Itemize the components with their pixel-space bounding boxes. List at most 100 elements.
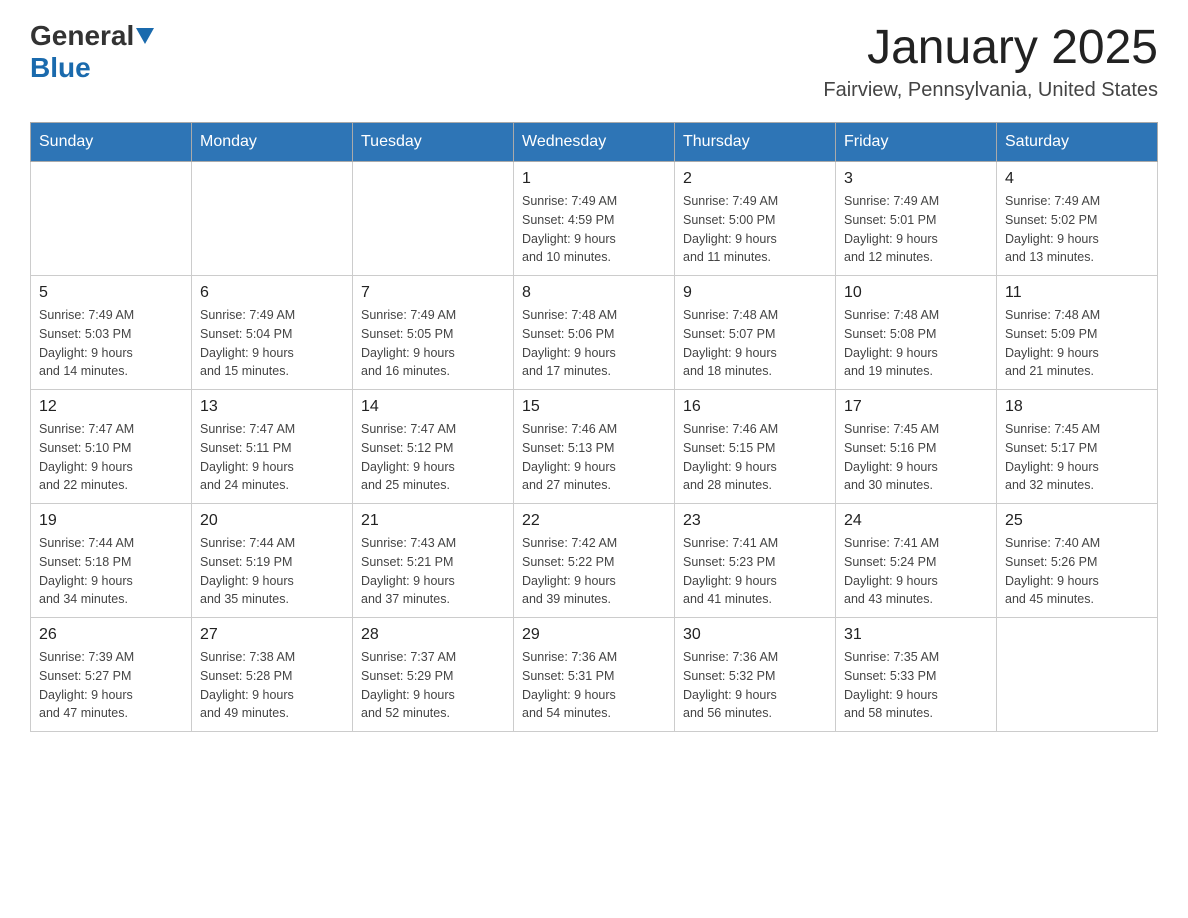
day-info: Sunrise: 7:43 AM Sunset: 5:21 PM Dayligh… — [361, 534, 505, 609]
day-info: Sunrise: 7:48 AM Sunset: 5:07 PM Dayligh… — [683, 306, 827, 381]
day-info: Sunrise: 7:44 AM Sunset: 5:19 PM Dayligh… — [200, 534, 344, 609]
day-info: Sunrise: 7:45 AM Sunset: 5:16 PM Dayligh… — [844, 420, 988, 495]
page-header: General Blue January 2025 Fairview, Penn… — [30, 20, 1158, 102]
day-number: 4 — [1005, 170, 1149, 188]
day-info: Sunrise: 7:42 AM Sunset: 5:22 PM Dayligh… — [522, 534, 666, 609]
calendar-cell: 19 Sunrise: 7:44 AM Sunset: 5:18 PM Dayli… — [31, 504, 192, 618]
day-number: 3 — [844, 170, 988, 188]
day-info: Sunrise: 7:49 AM Sunset: 4:59 PM Dayligh… — [522, 192, 666, 267]
day-number: 23 — [683, 512, 827, 530]
day-number: 8 — [522, 284, 666, 302]
day-info: Sunrise: 7:45 AM Sunset: 5:17 PM Dayligh… — [1005, 420, 1149, 495]
calendar-cell: 26Sunrise: 7:39 AM Sunset: 5:27 PM Dayli… — [31, 618, 192, 732]
day-number: 26 — [39, 626, 183, 644]
day-number: 1 — [522, 170, 666, 188]
calendar-cell: 16 Sunrise: 7:46 AM Sunset: 5:15 PM Dayli… — [675, 390, 836, 504]
calendar-cell: 29 Sunrise: 7:36 AM Sunset: 5:31 PM Dayli… — [514, 618, 675, 732]
day-info: Sunrise: 7:48 AM Sunset: 5:08 PM Dayligh… — [844, 306, 988, 381]
day-info: Sunrise: 7:41 AM Sunset: 5:23 PM Dayligh… — [683, 534, 827, 609]
day-number: 16 — [683, 398, 827, 416]
day-number: 22 — [522, 512, 666, 530]
day-number: 25 — [1005, 512, 1149, 530]
calendar-cell: 8Sunrise: 7:48 AM Sunset: 5:06 PM Daylig… — [514, 276, 675, 390]
day-number: 6 — [200, 284, 344, 302]
calendar-cell: 12Sunrise: 7:47 AM Sunset: 5:10 PM Dayli… — [31, 390, 192, 504]
column-header-sunday: Sunday — [31, 123, 192, 162]
day-info: Sunrise: 7:48 AM Sunset: 5:09 PM Dayligh… — [1005, 306, 1149, 381]
calendar-cell: 4 Sunrise: 7:49 AM Sunset: 5:02 PM Daylig… — [997, 162, 1158, 276]
day-info: Sunrise: 7:35 AM Sunset: 5:33 PM Dayligh… — [844, 648, 988, 723]
calendar-cell — [997, 618, 1158, 732]
logo: General Blue — [30, 20, 154, 84]
calendar-subtitle: Fairview, Pennsylvania, United States — [823, 79, 1158, 102]
week-row-5: 26Sunrise: 7:39 AM Sunset: 5:27 PM Dayli… — [31, 618, 1158, 732]
day-info: Sunrise: 7:40 AM Sunset: 5:26 PM Dayligh… — [1005, 534, 1149, 609]
calendar-title: January 2025 — [823, 20, 1158, 75]
day-number: 31 — [844, 626, 988, 644]
day-number: 21 — [361, 512, 505, 530]
day-info: Sunrise: 7:49 AM Sunset: 5:03 PM Dayligh… — [39, 306, 183, 381]
calendar-cell: 23 Sunrise: 7:41 AM Sunset: 5:23 PM Dayli… — [675, 504, 836, 618]
calendar-cell: 1 Sunrise: 7:49 AM Sunset: 4:59 PM Daylig… — [514, 162, 675, 276]
calendar-cell: 13Sunrise: 7:47 AM Sunset: 5:11 PM Dayli… — [192, 390, 353, 504]
calendar-cell: 30Sunrise: 7:36 AM Sunset: 5:32 PM Dayli… — [675, 618, 836, 732]
calendar-cell — [31, 162, 192, 276]
calendar-cell: 5 Sunrise: 7:49 AM Sunset: 5:03 PM Daylig… — [31, 276, 192, 390]
calendar-cell — [353, 162, 514, 276]
day-number: 20 — [200, 512, 344, 530]
day-info: Sunrise: 7:47 AM Sunset: 5:11 PM Dayligh… — [200, 420, 344, 495]
logo-general: General — [30, 20, 134, 52]
day-number: 18 — [1005, 398, 1149, 416]
day-info: Sunrise: 7:49 AM Sunset: 5:01 PM Dayligh… — [844, 192, 988, 267]
calendar-cell: 3 Sunrise: 7:49 AM Sunset: 5:01 PM Daylig… — [836, 162, 997, 276]
calendar-cell: 14Sunrise: 7:47 AM Sunset: 5:12 PM Dayli… — [353, 390, 514, 504]
calendar-cell: 28 Sunrise: 7:37 AM Sunset: 5:29 PM Dayli… — [353, 618, 514, 732]
calendar-cell: 10 Sunrise: 7:48 AM Sunset: 5:08 PM Dayli… — [836, 276, 997, 390]
calendar-cell: 31 Sunrise: 7:35 AM Sunset: 5:33 PM Dayli… — [836, 618, 997, 732]
column-header-monday: Monday — [192, 123, 353, 162]
day-info: Sunrise: 7:46 AM Sunset: 5:15 PM Dayligh… — [683, 420, 827, 495]
column-header-tuesday: Tuesday — [353, 123, 514, 162]
day-number: 19 — [39, 512, 183, 530]
day-number: 24 — [844, 512, 988, 530]
week-row-1: 1 Sunrise: 7:49 AM Sunset: 4:59 PM Daylig… — [31, 162, 1158, 276]
day-info: Sunrise: 7:49 AM Sunset: 5:05 PM Dayligh… — [361, 306, 505, 381]
day-number: 9 — [683, 284, 827, 302]
day-number: 7 — [361, 284, 505, 302]
day-number: 5 — [39, 284, 183, 302]
calendar-cell: 11Sunrise: 7:48 AM Sunset: 5:09 PM Dayli… — [997, 276, 1158, 390]
day-info: Sunrise: 7:49 AM Sunset: 5:00 PM Dayligh… — [683, 192, 827, 267]
day-info: Sunrise: 7:49 AM Sunset: 5:02 PM Dayligh… — [1005, 192, 1149, 267]
day-number: 30 — [683, 626, 827, 644]
day-info: Sunrise: 7:47 AM Sunset: 5:12 PM Dayligh… — [361, 420, 505, 495]
calendar-cell: 15Sunrise: 7:46 AM Sunset: 5:13 PM Dayli… — [514, 390, 675, 504]
day-number: 12 — [39, 398, 183, 416]
logo-arrow-icon — [136, 28, 154, 49]
day-number: 27 — [200, 626, 344, 644]
calendar-cell: 27 Sunrise: 7:38 AM Sunset: 5:28 PM Dayli… — [192, 618, 353, 732]
column-header-friday: Friday — [836, 123, 997, 162]
day-info: Sunrise: 7:38 AM Sunset: 5:28 PM Dayligh… — [200, 648, 344, 723]
calendar-cell: 21 Sunrise: 7:43 AM Sunset: 5:21 PM Dayli… — [353, 504, 514, 618]
day-info: Sunrise: 7:49 AM Sunset: 5:04 PM Dayligh… — [200, 306, 344, 381]
day-number: 28 — [361, 626, 505, 644]
day-info: Sunrise: 7:44 AM Sunset: 5:18 PM Dayligh… — [39, 534, 183, 609]
calendar-cell: 22 Sunrise: 7:42 AM Sunset: 5:22 PM Dayli… — [514, 504, 675, 618]
day-number: 2 — [683, 170, 827, 188]
calendar-cell: 2 Sunrise: 7:49 AM Sunset: 5:00 PM Daylig… — [675, 162, 836, 276]
column-header-saturday: Saturday — [997, 123, 1158, 162]
day-number: 10 — [844, 284, 988, 302]
week-row-3: 12Sunrise: 7:47 AM Sunset: 5:10 PM Dayli… — [31, 390, 1158, 504]
calendar-cell: 25 Sunrise: 7:40 AM Sunset: 5:26 PM Dayli… — [997, 504, 1158, 618]
day-info: Sunrise: 7:37 AM Sunset: 5:29 PM Dayligh… — [361, 648, 505, 723]
title-area: January 2025 Fairview, Pennsylvania, Uni… — [823, 20, 1158, 102]
calendar-header-row: SundayMondayTuesdayWednesdayThursdayFrid… — [31, 123, 1158, 162]
day-number: 29 — [522, 626, 666, 644]
week-row-4: 19 Sunrise: 7:44 AM Sunset: 5:18 PM Dayli… — [31, 504, 1158, 618]
calendar-cell: 6 Sunrise: 7:49 AM Sunset: 5:04 PM Daylig… — [192, 276, 353, 390]
calendar-cell: 9 Sunrise: 7:48 AM Sunset: 5:07 PM Daylig… — [675, 276, 836, 390]
calendar-cell: 24Sunrise: 7:41 AM Sunset: 5:24 PM Dayli… — [836, 504, 997, 618]
calendar-cell — [192, 162, 353, 276]
day-info: Sunrise: 7:36 AM Sunset: 5:31 PM Dayligh… — [522, 648, 666, 723]
week-row-2: 5 Sunrise: 7:49 AM Sunset: 5:03 PM Daylig… — [31, 276, 1158, 390]
